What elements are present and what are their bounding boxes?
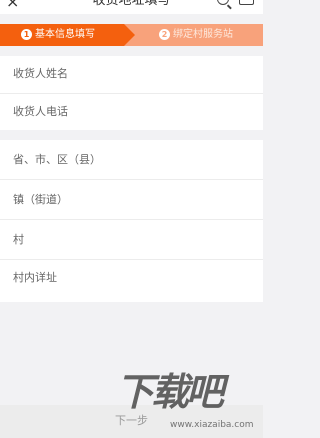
step-number: 2 [159,29,170,40]
province-city-district-label: 省、市、区（县） [13,153,101,166]
watermark-logo: 下载吧 www.xiazaiba.com [112,370,262,432]
watermark-url: www.xiazaiba.com [170,420,254,430]
recipient-phone-placeholder: 收货人电话 [13,105,68,118]
province-city-district-field[interactable]: 省、市、区（县） [0,142,263,180]
address-section: 省、市、区（县） 镇（街道） 村 村内详址 [0,140,263,302]
contact-section: 收货人姓名 收货人电话 [0,56,263,130]
recipient-name-field[interactable]: 收货人姓名 [0,56,263,94]
cart-icon[interactable] [239,0,254,5]
village-field[interactable]: 村 [0,222,263,260]
town-street-field[interactable]: 镇（街道） [0,182,263,220]
recipient-phone-field[interactable]: 收货人电话 [0,94,263,132]
top-navigation-bar: × 收货地址填写 [0,0,263,14]
step-number: 1 [21,29,32,40]
step-label: 绑定村服务站 [173,29,233,40]
village-label: 村 [13,233,24,246]
village-detail-address-field[interactable]: 村内详址 [0,260,263,298]
step-basic-info: 1 基本信息填写 [0,24,135,46]
recipient-name-placeholder: 收货人姓名 [13,67,68,80]
watermark-text: 下载吧 [116,370,224,414]
step-label: 基本信息填写 [35,29,95,40]
village-detail-address-label: 村内详址 [13,271,57,284]
progress-steps: 2 绑定村服务站 1 基本信息填写 [0,24,263,46]
town-street-label: 镇（街道） [13,193,68,206]
